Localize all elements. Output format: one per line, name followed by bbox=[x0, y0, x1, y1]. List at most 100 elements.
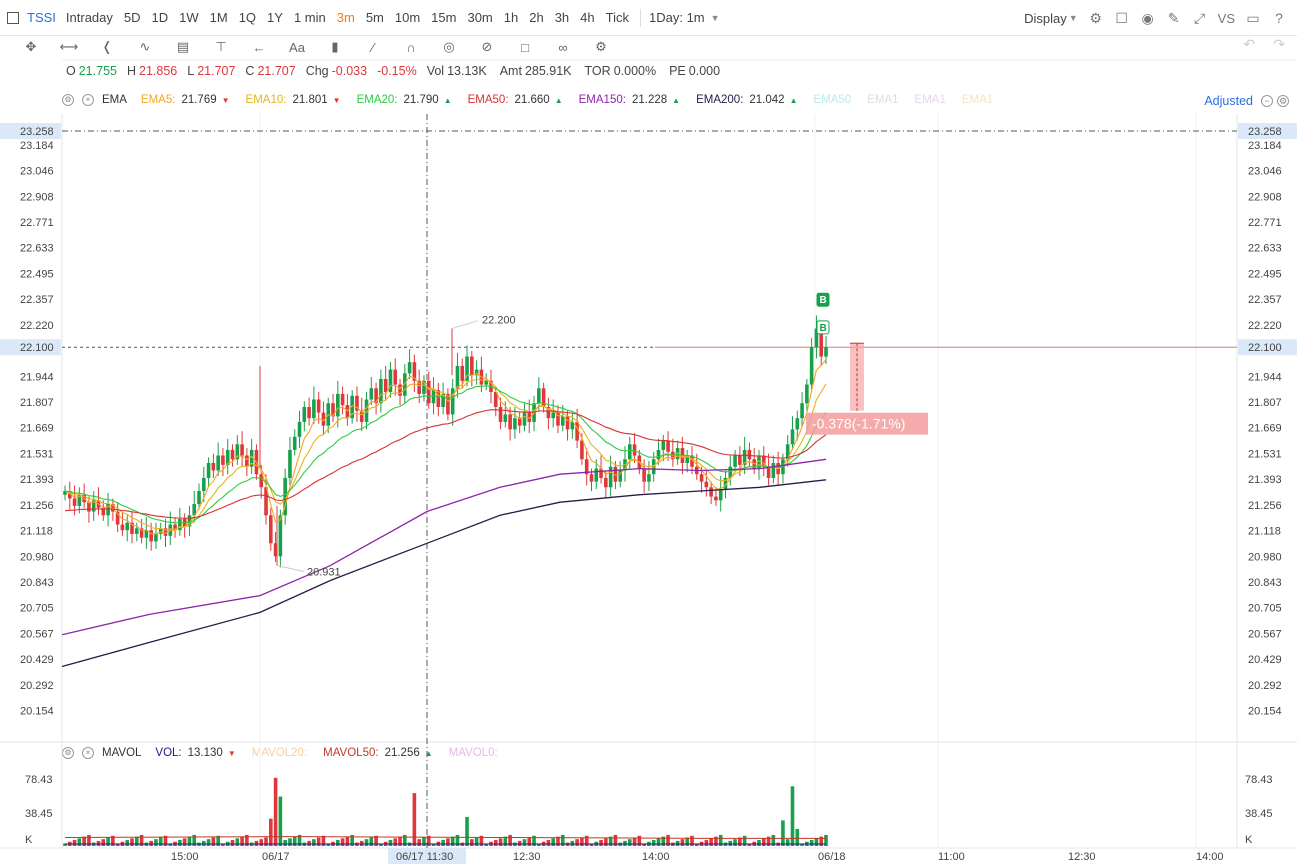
price-tick-right: 20.154 bbox=[1248, 706, 1282, 718]
candle-body bbox=[316, 399, 321, 413]
price-tick-left: 23.184 bbox=[20, 140, 54, 152]
price-tick-left: 21.669 bbox=[20, 423, 54, 435]
candle-body bbox=[508, 414, 512, 430]
candle-body bbox=[393, 369, 398, 385]
time-tick: 14:00 bbox=[1196, 851, 1224, 863]
candle-body bbox=[522, 412, 527, 426]
price-tick-left: 20.154 bbox=[20, 706, 54, 718]
volume-bar bbox=[527, 837, 532, 846]
candle-body bbox=[800, 403, 804, 419]
candle-body bbox=[178, 519, 182, 531]
candle-body bbox=[269, 515, 273, 544]
price-tick-right: 20.429 bbox=[1248, 654, 1282, 666]
candle-body bbox=[656, 449, 661, 460]
price-tick-right: 21.118 bbox=[1248, 526, 1281, 538]
candle-body bbox=[608, 466, 613, 488]
volume-bar bbox=[106, 837, 110, 846]
candle-body bbox=[709, 487, 713, 497]
candle-body bbox=[87, 502, 91, 512]
candle-body bbox=[106, 504, 110, 516]
volume-bar bbox=[77, 838, 82, 846]
candle-body bbox=[450, 388, 455, 415]
volume-bar bbox=[292, 836, 297, 846]
candle-body bbox=[149, 530, 153, 542]
volume-bar bbox=[240, 836, 244, 846]
candle-body bbox=[733, 455, 737, 467]
volume-bar bbox=[369, 837, 374, 846]
candle-body bbox=[738, 455, 742, 465]
candle-body bbox=[398, 384, 402, 396]
candle-body bbox=[824, 347, 828, 357]
volume-bar bbox=[733, 839, 737, 846]
candle-body bbox=[240, 444, 244, 456]
price-tick-left: 20.980 bbox=[20, 551, 54, 563]
candle-body bbox=[565, 416, 570, 430]
price-tick-left: 21.944 bbox=[20, 371, 54, 383]
candle-body bbox=[484, 380, 488, 385]
volume-bar bbox=[441, 840, 445, 846]
price-tick-left: 22.771 bbox=[20, 217, 54, 229]
candle-body bbox=[718, 489, 723, 501]
volume-bar bbox=[446, 838, 450, 846]
volume-bar bbox=[364, 839, 369, 846]
volume-bar bbox=[154, 839, 158, 846]
mavol50-line bbox=[64, 836, 826, 839]
price-tick-right: 22.495 bbox=[1248, 268, 1282, 280]
candle-body bbox=[288, 449, 292, 478]
volume-bar bbox=[72, 840, 77, 846]
candle-body bbox=[470, 356, 474, 376]
price-tick-right: 22.220 bbox=[1248, 320, 1282, 332]
volume-bar bbox=[604, 838, 608, 846]
candle-body bbox=[790, 429, 795, 445]
ema50-line bbox=[64, 409, 827, 519]
volume-bar bbox=[359, 840, 364, 846]
volume-bar bbox=[632, 837, 637, 846]
candle-body bbox=[72, 498, 77, 506]
price-tick-left: 20.705 bbox=[20, 603, 54, 615]
volume-bar bbox=[814, 838, 819, 846]
candle-body bbox=[627, 444, 632, 460]
volume-bar bbox=[417, 839, 421, 846]
volume-bar bbox=[465, 817, 469, 846]
candle-body bbox=[431, 390, 436, 404]
volume-bar bbox=[575, 839, 579, 846]
candle-body bbox=[197, 490, 201, 505]
candle-body bbox=[805, 384, 809, 404]
price-tick-left: 21.118 bbox=[20, 526, 53, 538]
high-leader bbox=[451, 320, 479, 330]
volume-bar bbox=[273, 777, 278, 846]
volume-bar bbox=[728, 840, 733, 846]
volume-bar bbox=[278, 796, 283, 846]
volume-bar bbox=[283, 840, 287, 846]
volume-bar bbox=[340, 838, 345, 846]
volume-bar bbox=[125, 840, 130, 846]
candle-body bbox=[369, 388, 374, 400]
candle-body bbox=[426, 380, 431, 404]
price-tick-right: 20.980 bbox=[1248, 551, 1282, 563]
volume-tick-right: 78.43 bbox=[1245, 774, 1273, 786]
price-tick-right: 21.531 bbox=[1248, 448, 1282, 460]
candle-body bbox=[642, 468, 646, 482]
volume-bar bbox=[388, 840, 393, 846]
ema5-line bbox=[64, 359, 827, 535]
candle-body bbox=[446, 393, 450, 415]
candle-body bbox=[154, 533, 158, 542]
candle-body bbox=[206, 462, 211, 478]
price-chart[interactable]: 23.258 23.258 23.184 23.184 23.046 23.046 22.9… bbox=[0, 0, 1297, 864]
candle-body bbox=[292, 436, 297, 450]
price-tick-left: 22.495 bbox=[20, 268, 54, 280]
volume-bar bbox=[412, 793, 417, 846]
volume-bar bbox=[503, 836, 508, 846]
low-leader bbox=[276, 565, 305, 572]
volume-bar bbox=[623, 840, 627, 846]
high-label: 22.200 bbox=[482, 315, 516, 327]
volume-bar bbox=[254, 840, 259, 846]
measure-label: -0.378(-1.71%) bbox=[812, 416, 905, 432]
volume-bar bbox=[450, 836, 455, 846]
price-tick-left: 21.807 bbox=[20, 397, 54, 409]
candle-body bbox=[302, 406, 307, 422]
time-tick: 06/17 bbox=[262, 851, 290, 863]
price-tick-left: 21.256 bbox=[20, 500, 54, 512]
price-tick-left: 20.843 bbox=[20, 577, 54, 589]
price-tick-left: 21.531 bbox=[20, 448, 54, 460]
